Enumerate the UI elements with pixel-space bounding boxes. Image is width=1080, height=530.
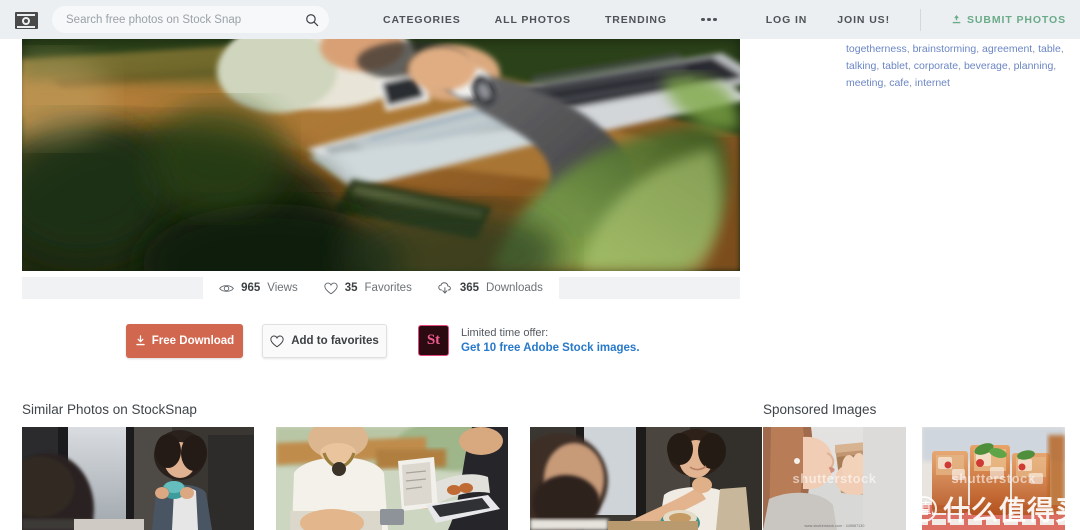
adobe-stock-ad[interactable]: St Limited time offer: Get 10 free Adobe… <box>418 325 640 356</box>
views-count: 965 <box>241 282 261 294</box>
join-us-link[interactable]: JOIN US! <box>837 14 890 26</box>
search-icon[interactable] <box>305 13 319 27</box>
main-nav: CATEGORIES ALL PHOTOS TRENDING <box>383 14 717 26</box>
add-to-favorites-label: Add to favorites <box>291 335 379 347</box>
similar-photo-1-image <box>22 427 254 530</box>
submit-photos-label: SUBMIT PHOTOS <box>966 13 1066 26</box>
tag-link[interactable]: table <box>1038 43 1061 55</box>
login-link[interactable]: LOG IN <box>766 14 808 26</box>
nav-trending[interactable]: TRENDING <box>605 14 667 26</box>
tag-separator: , <box>1053 60 1057 72</box>
free-download-button[interactable]: Free Download <box>126 324 243 358</box>
tag-link[interactable]: tablet <box>882 60 908 72</box>
ellipsis-icon[interactable] <box>701 17 717 22</box>
downloads-count: 365 <box>459 282 480 294</box>
tag-link[interactable]: corporate <box>914 60 958 72</box>
site-logo[interactable] <box>0 10 52 29</box>
adobe-ad-link[interactable]: Get 10 free Adobe Stock images. <box>461 342 640 354</box>
similar-photo-3-image <box>530 427 762 530</box>
tag-link[interactable]: agreement <box>982 43 1032 55</box>
nav-all-photos[interactable]: ALL PHOTOS <box>495 14 571 26</box>
photo-stats-bar: 965 Views 35 Favorites 365 Downloads <box>22 277 740 299</box>
tag-link[interactable]: talking <box>846 60 876 72</box>
favorites-label: Favorites <box>364 282 412 294</box>
sponsored-image-2[interactable]: shutterstock <box>922 427 1065 530</box>
sponsored-image-2-image <box>922 427 1065 530</box>
stat-views: 965 Views <box>219 282 298 294</box>
tag-separator: , <box>1060 43 1064 55</box>
nav-categories[interactable]: CATEGORIES <box>383 14 461 26</box>
similar-photo-2[interactable] <box>276 427 508 530</box>
tag-link[interactable]: planning <box>1014 60 1054 72</box>
sponsored-image-1[interactable]: shutterstock www.shutterstock.com · 4455… <box>763 427 906 530</box>
stat-downloads: 365 Downloads <box>438 281 543 295</box>
search-input[interactable] <box>66 13 305 26</box>
add-to-favorites-button[interactable]: Add to favorites <box>262 324 387 358</box>
stats-spacer-right <box>558 277 740 299</box>
camera-icon <box>14 10 38 29</box>
sponsored-image-1-image <box>763 427 906 530</box>
upload-icon <box>952 15 961 24</box>
tag-link[interactable]: meeting <box>846 77 883 89</box>
adobe-ad-offer: Limited time offer: <box>461 327 549 339</box>
header-divider <box>919 8 921 31</box>
favorites-count: 35 <box>344 282 358 294</box>
sponsored-images-title: Sponsored Images <box>763 402 877 417</box>
stats-group: 965 Views 35 Favorites 365 Downloads <box>203 277 559 299</box>
heart-icon <box>270 335 284 347</box>
similar-photo-1[interactable] <box>22 427 254 530</box>
similar-photos-grid <box>22 427 762 530</box>
main-photo[interactable] <box>22 39 740 271</box>
photo-tags: togetherness, brainstorming, agreement, … <box>846 41 1074 92</box>
cloud-download-icon <box>438 281 451 293</box>
sponsored-images-grid: shutterstock www.shutterstock.com · 4455… <box>763 427 1080 530</box>
views-label: Views <box>267 282 298 294</box>
downloads-label: Downloads <box>486 282 543 294</box>
tag-link[interactable]: internet <box>915 77 950 89</box>
tag-link[interactable]: cafe <box>889 77 909 89</box>
similar-photos-title: Similar Photos on StockSnap <box>22 402 197 417</box>
stat-favorites: 35 Favorites <box>324 282 412 295</box>
photo-actions: Free Download Add to favorites <box>126 324 387 358</box>
tag-link[interactable]: beverage <box>964 60 1008 72</box>
download-icon <box>136 335 145 346</box>
eye-icon <box>219 284 234 292</box>
search-box[interactable] <box>52 6 329 33</box>
tag-link[interactable]: brainstorming <box>913 43 977 55</box>
adobe-stock-logo: St <box>418 325 449 356</box>
adobe-ad-text: Limited time offer: Get 10 free Adobe St… <box>461 327 640 354</box>
stats-spacer-left <box>22 277 204 299</box>
similar-photo-3[interactable] <box>530 427 762 530</box>
submit-photos-button[interactable]: SUBMIT PHOTOS <box>951 14 1066 26</box>
heart-icon <box>324 282 338 294</box>
tag-link[interactable]: togetherness <box>846 43 907 55</box>
similar-photo-2-image <box>276 427 508 530</box>
header-right: LOG IN JOIN US! SUBMIT PHOTOS <box>766 0 1066 39</box>
main-photo-image <box>22 39 740 271</box>
site-header: CATEGORIES ALL PHOTOS TRENDING LOG IN JO… <box>0 0 1080 39</box>
free-download-label: Free Download <box>151 335 235 347</box>
